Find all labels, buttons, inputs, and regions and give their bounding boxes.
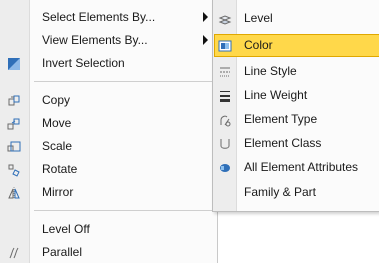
menu-item-rotate[interactable]: Rotate	[0, 158, 217, 181]
level-icon	[217, 11, 233, 27]
parallel-icon	[6, 245, 22, 261]
invert-selection-icon	[6, 56, 22, 72]
submenu-item-level[interactable]: Level	[214, 7, 379, 30]
line-weight-icon	[217, 88, 233, 104]
menu-item-label: Move	[42, 116, 72, 130]
submenu-item-label: Line Weight	[244, 88, 308, 102]
menu-item-invert-selection[interactable]: Invert Selection	[0, 52, 217, 75]
line-style-icon	[217, 64, 233, 80]
submenu-arrow-icon	[203, 35, 208, 45]
move-icon	[6, 116, 22, 132]
submenu-item-color[interactable]: Color	[214, 34, 379, 57]
mirror-icon	[6, 185, 22, 201]
menu-separator	[34, 81, 212, 82]
select-by-submenu: Level Color Line Style Line Weight Eleme…	[212, 0, 379, 212]
submenu-item-label: Family & Part	[244, 185, 317, 199]
element-class-icon	[217, 136, 233, 152]
menu-item-move[interactable]: Move	[0, 112, 217, 135]
submenu-item-family-and-part[interactable]: Family & Part	[214, 181, 379, 204]
submenu-item-line-weight[interactable]: Line Weight	[214, 84, 379, 107]
menu-item-view-elements-by[interactable]: View Elements By...	[0, 29, 217, 52]
element-type-icon	[217, 112, 233, 128]
menu-item-level-off[interactable]: Level Off	[0, 218, 217, 241]
menu-item-label: Parallel	[42, 245, 83, 259]
menu-item-label: Scale	[42, 139, 73, 153]
submenu-item-element-class[interactable]: Element Class	[214, 132, 379, 155]
submenu-item-line-style[interactable]: Line Style	[214, 60, 379, 83]
submenu-item-label: Level	[244, 11, 273, 25]
menu-item-label: View Elements By...	[42, 33, 148, 47]
context-menu: Select Elements By... View Elements By..…	[0, 0, 218, 263]
menu-item-label: Invert Selection	[42, 56, 125, 70]
menu-item-label: Select Elements By...	[42, 10, 156, 24]
menu-item-scale[interactable]: Scale	[0, 135, 217, 158]
submenu-item-element-type[interactable]: Element Type	[214, 108, 379, 131]
submenu-arrow-icon	[203, 12, 208, 22]
menu-item-label: Rotate	[42, 162, 78, 176]
rotate-icon	[6, 162, 22, 178]
color-icon	[217, 38, 233, 54]
menu-item-copy[interactable]: Copy	[0, 89, 217, 112]
menu-item-label: Copy	[42, 93, 71, 107]
scale-icon	[6, 139, 22, 155]
menu-item-select-elements-by[interactable]: Select Elements By...	[0, 6, 217, 29]
submenu-item-label: Element Type	[244, 112, 318, 126]
submenu-item-label: All Element Attributes	[244, 160, 359, 174]
menu-separator	[34, 210, 212, 211]
menu-item-label: Mirror	[42, 185, 74, 199]
menu-item-mirror[interactable]: Mirror	[0, 181, 217, 204]
menu-item-parallel[interactable]: Parallel	[0, 241, 217, 264]
submenu-item-all-element-attributes[interactable]: All Element Attributes	[214, 156, 379, 179]
all-attributes-icon	[217, 160, 233, 176]
submenu-item-label: Color	[244, 38, 273, 52]
menu-item-label: Level Off	[42, 222, 90, 236]
copy-icon	[6, 93, 22, 109]
submenu-item-label: Element Class	[244, 136, 322, 150]
submenu-item-label: Line Style	[244, 64, 297, 78]
